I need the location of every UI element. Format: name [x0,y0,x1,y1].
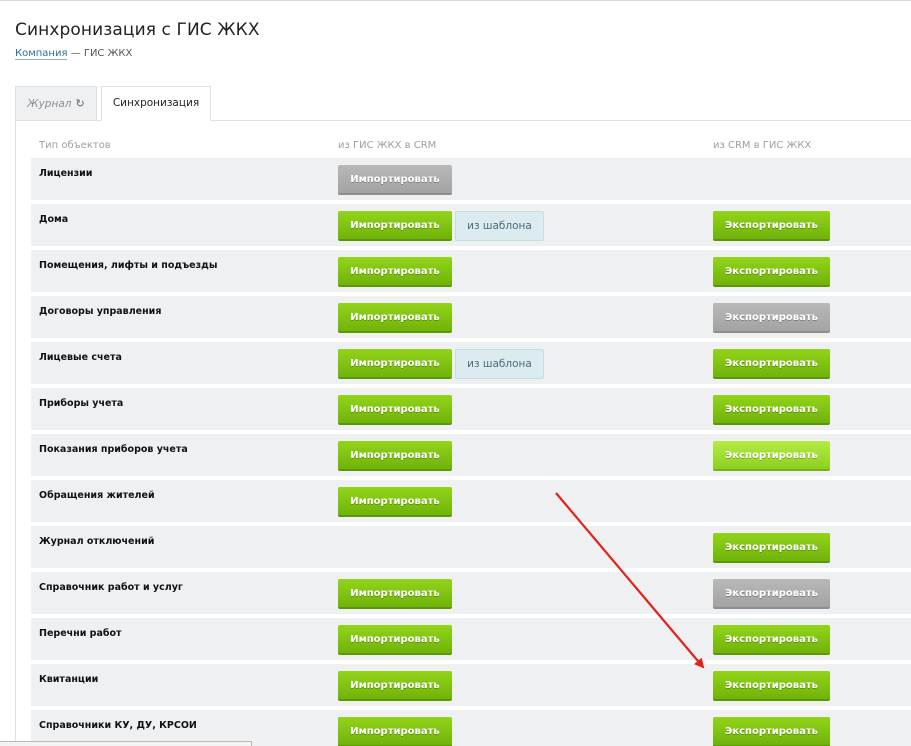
table-row: Дома Импортировать из шаблона Экспортироват… [31,204,911,246]
export-button[interactable]: Экспортировать [713,349,830,379]
top-divider [0,0,911,1]
row-label: Помещения, лифты и подъезды [39,260,218,271]
table-row: Обращения жителей Импортировать [31,480,911,522]
export-button[interactable]: Экспортировать [713,533,830,563]
column-header-import: из ГИС ЖКХ в CRM [338,140,437,151]
table-row: Квитанции Импортировать Экспортировать [31,664,911,706]
row-label: Журнал отключений [39,536,155,547]
import-button[interactable]: Импортировать [338,257,452,287]
export-button[interactable]: Экспортировать [713,303,830,333]
export-button[interactable]: Экспортировать [713,257,830,287]
export-button[interactable]: Экспортировать [713,579,830,609]
row-label: Приборы учета [39,398,124,409]
import-button[interactable]: Импортировать [338,671,452,701]
row-label: Обращения жителей [39,490,155,501]
breadcrumb-current: ГИС ЖКХ [83,48,133,59]
import-button[interactable]: Импортировать [338,303,452,333]
import-button[interactable]: Импортировать [338,395,452,425]
page-title: Синхронизация с ГИС ЖКХ [15,20,260,40]
from-template-button[interactable]: из шаблона [455,211,544,241]
row-label: Лицензии [39,168,93,179]
row-label: Лицевые счета [39,352,122,363]
from-template-button[interactable]: из шаблона [455,349,544,379]
row-label: Перечни работ [39,628,122,639]
bottom-scroll-bar[interactable] [0,741,252,746]
breadcrumb-separator: — [67,48,84,59]
import-button[interactable]: Импортировать [338,579,452,609]
row-label: Дома [39,214,69,225]
row-label: Договоры управления [39,306,162,317]
table-row: Помещения, лифты и подъезды Импортировать… [31,250,911,292]
row-label: Показания приборов учета [39,444,188,455]
import-button[interactable]: Импортировать [338,487,452,517]
tab-sync-label: Синхронизация [112,97,200,109]
table-row: Показания приборов учета Импортировать Экс… [31,434,911,476]
export-button[interactable]: Экспортировать [713,671,830,701]
import-button[interactable]: Импортировать [338,717,452,746]
tab-journal[interactable]: Журнал ↻ [15,86,97,121]
table-row: Перечни работ Импортировать Экспортировать [31,618,911,660]
column-header-export: из CRM в ГИС ЖКХ [713,140,812,151]
import-button[interactable]: Импортировать [338,625,452,655]
export-button[interactable]: Экспортировать [713,441,830,471]
tab-journal-label: Журнал [27,98,72,110]
column-header-type: Тип объектов [39,140,111,151]
row-label: Справочники КУ, ДУ, КРСОИ [39,720,197,731]
export-button[interactable]: Экспортировать [713,395,830,425]
breadcrumb: Компания — ГИС ЖКХ [15,48,133,60]
breadcrumb-link-company[interactable]: Компания [15,48,68,60]
import-button[interactable]: Импортировать [338,441,452,471]
table-row: Лицевые счета Импортировать из шаблона Эксп… [31,342,911,384]
import-button[interactable]: Импортировать [338,165,452,195]
import-button[interactable]: Импортировать [338,349,452,379]
row-label: Справочник работ и услуг [39,582,183,593]
table-row: Лицензии Импортировать [31,158,911,200]
table-row: Справочник работ и услуг Импортировать Экс… [31,572,911,614]
table-row: Договоры управления Импортировать Экспорти… [31,296,911,338]
import-button[interactable]: Импортировать [338,211,452,241]
export-button[interactable]: Экспортировать [713,211,830,241]
refresh-icon: ↻ [75,97,85,110]
export-button[interactable]: Экспортировать [713,717,830,746]
row-label: Квитанции [39,674,99,685]
tab-sync[interactable]: Синхронизация [101,86,211,121]
table-row: Журнал отключений Экспортировать [31,526,911,568]
table-row: Приборы учета Импортировать Экспортировать [31,388,911,430]
export-button[interactable]: Экспортировать [713,625,830,655]
